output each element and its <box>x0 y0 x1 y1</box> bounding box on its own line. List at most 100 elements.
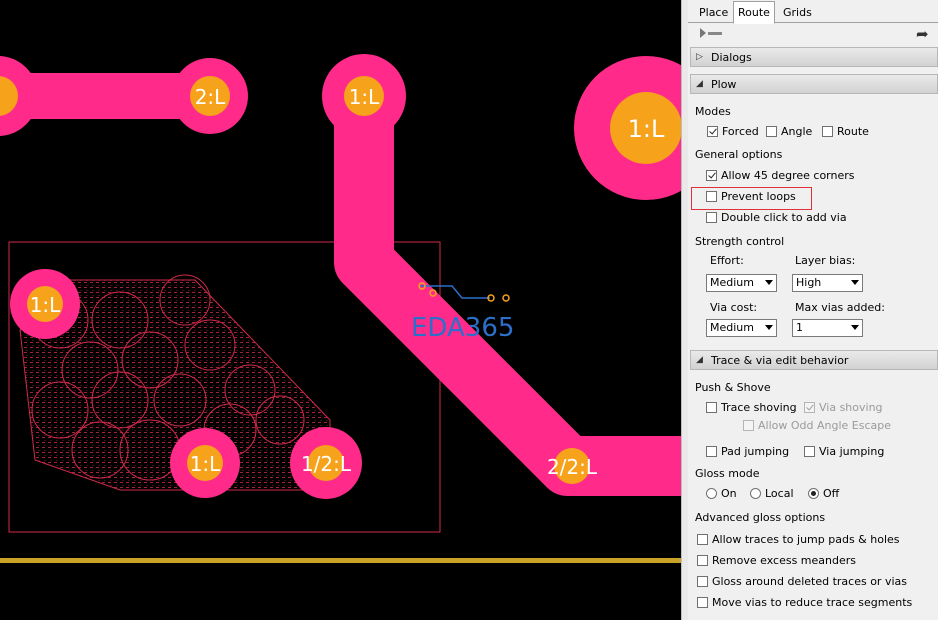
trace-shoving-checkbox[interactable]: Trace shoving <box>706 400 797 416</box>
gloss-local-radio[interactable]: Local <box>750 486 794 502</box>
advanced-gloss-option[interactable]: Allow traces to jump pads & holes <box>697 532 900 548</box>
layer-bias-value: High <box>796 276 822 289</box>
gloss-on-label: On <box>721 487 737 500</box>
pcb-canvas[interactable]: 2:L 1:L 1:L 1:L 1:L 1/2:L 2/2:L EDA365 <box>0 0 681 620</box>
tab-route[interactable]: Route <box>733 1 775 24</box>
route-checkbox[interactable]: Route <box>822 124 869 140</box>
forced-label: Forced <box>722 125 759 138</box>
double-click-via-checkbox[interactable]: Double click to add via <box>706 210 847 226</box>
collapse-arrow-icon: ◢ <box>696 79 703 89</box>
pad-jumping-label: Pad jumping <box>721 445 790 458</box>
checkbox-box[interactable] <box>697 576 708 587</box>
checkbox-box[interactable] <box>697 534 708 545</box>
odd-angle-escape-checkbox[interactable]: Allow Odd Angle Escape <box>743 418 891 434</box>
via-jumping-checkbox[interactable]: Via jumping <box>804 444 884 460</box>
chevron-down-icon <box>765 325 773 330</box>
advanced-gloss-option-label: Allow traces to jump pads & holes <box>712 533 900 546</box>
pad-label: 1/2:L <box>301 452 352 476</box>
pad-jumping-checkbox[interactable]: Pad jumping <box>706 444 789 460</box>
via-shoving-checkbox[interactable]: Via shoving <box>804 400 883 416</box>
tab-grids[interactable]: Grids <box>778 4 817 23</box>
route-play-icon[interactable] <box>700 28 706 38</box>
prevent-loops-checkbox[interactable]: Prevent loops <box>706 189 796 205</box>
tab-place[interactable]: Place <box>694 4 733 23</box>
checkbox-box[interactable] <box>706 212 717 223</box>
pad-label: 2:L <box>195 85 226 109</box>
checkbox-box[interactable] <box>706 191 717 202</box>
angle-checkbox[interactable]: Angle <box>766 124 812 140</box>
double-click-via-label: Double click to add via <box>721 211 847 224</box>
section-dialogs-label: Dialogs <box>711 51 752 64</box>
advanced-gloss-option[interactable]: Move vias to reduce trace segments <box>697 595 912 611</box>
checkbox-box[interactable] <box>707 126 718 137</box>
watermark-text: EDA365 <box>411 313 514 343</box>
panel-splitter[interactable] <box>681 0 688 620</box>
checkbox-box[interactable] <box>804 446 815 457</box>
expand-arrow-icon: ▷ <box>696 52 703 62</box>
radio-circle[interactable] <box>750 488 761 499</box>
max-vias-select[interactable]: 1 <box>792 319 863 337</box>
exit-icon[interactable]: ➦ <box>916 25 929 43</box>
effort-label: Effort: <box>710 254 744 267</box>
chevron-down-icon <box>765 280 773 285</box>
section-dialogs[interactable]: ▷ Dialogs <box>690 47 938 67</box>
checkbox-box[interactable] <box>697 555 708 566</box>
tab-strip: Place Route Grids <box>688 0 938 24</box>
odd-angle-escape-label: Allow Odd Angle Escape <box>758 419 891 432</box>
layer-bias-label: Layer bias: <box>795 254 856 267</box>
angle-label: Angle <box>781 125 813 138</box>
modes-heading: Modes <box>695 105 731 118</box>
gloss-local-label: Local <box>765 487 794 500</box>
via-cost-value: Medium <box>710 321 754 334</box>
pad-label: 1:L <box>30 293 61 317</box>
max-vias-label: Max vias added: <box>795 301 885 314</box>
pad-label: 2/2:L <box>547 455 598 479</box>
layer-bias-select[interactable]: High <box>792 274 863 292</box>
gloss-off-label: Off <box>823 487 840 500</box>
allow-45-checkbox[interactable]: Allow 45 degree corners <box>706 168 855 184</box>
pad-label: 1:L <box>190 452 221 476</box>
gloss-off-radio[interactable]: Off <box>808 486 839 502</box>
pad-label: 1:L <box>349 85 380 109</box>
checkbox-box[interactable] <box>822 126 833 137</box>
advanced-gloss-option-label: Remove excess meanders <box>712 554 856 567</box>
checkbox-box[interactable] <box>804 402 815 413</box>
collapse-arrow-icon: ◢ <box>696 355 703 365</box>
section-trace-via[interactable]: ◢ Trace & via edit behavior <box>690 350 938 370</box>
advanced-gloss-option-label: Gloss around deleted traces or vias <box>712 575 907 588</box>
push-shove-heading: Push & Shove <box>695 381 771 394</box>
board-edge-line <box>0 558 681 563</box>
pad-label: 1:L <box>628 115 665 143</box>
checkbox-box[interactable] <box>706 170 717 181</box>
section-trace-via-label: Trace & via edit behavior <box>711 354 849 367</box>
radio-circle[interactable] <box>706 488 717 499</box>
options-panel: Place Route Grids ➦ ▷ Dialogs ◢ Plow Mod… <box>688 0 938 620</box>
checkbox-box[interactable] <box>706 446 717 457</box>
gloss-on-radio[interactable]: On <box>706 486 737 502</box>
max-vias-value: 1 <box>796 321 803 334</box>
section-plow-label: Plow <box>711 78 737 91</box>
prevent-loops-label: Prevent loops <box>721 190 796 203</box>
via-cost-select[interactable]: Medium <box>706 319 777 337</box>
chevron-down-icon <box>851 280 859 285</box>
allow-45-label: Allow 45 degree corners <box>721 169 855 182</box>
checkbox-box[interactable] <box>706 402 717 413</box>
checkbox-box[interactable] <box>743 420 754 431</box>
via-jumping-label: Via jumping <box>819 445 885 458</box>
general-options-heading: General options <box>695 148 783 161</box>
checkbox-box[interactable] <box>766 126 777 137</box>
forced-checkbox[interactable]: Forced <box>707 124 759 140</box>
section-plow[interactable]: ◢ Plow <box>690 74 938 94</box>
route-play-icon-bar <box>708 32 722 35</box>
checkbox-box[interactable] <box>697 597 708 608</box>
radio-circle[interactable] <box>808 488 819 499</box>
effort-value: Medium <box>710 276 754 289</box>
advanced-gloss-option[interactable]: Remove excess meanders <box>697 553 856 569</box>
advanced-gloss-option-label: Move vias to reduce trace segments <box>712 596 913 609</box>
effort-select[interactable]: Medium <box>706 274 777 292</box>
advanced-gloss-option[interactable]: Gloss around deleted traces or vias <box>697 574 907 590</box>
advanced-gloss-heading: Advanced gloss options <box>695 511 826 524</box>
trace-shoving-label: Trace shoving <box>721 401 797 414</box>
via-cost-label: Via cost: <box>710 301 758 314</box>
chevron-down-icon <box>851 325 859 330</box>
